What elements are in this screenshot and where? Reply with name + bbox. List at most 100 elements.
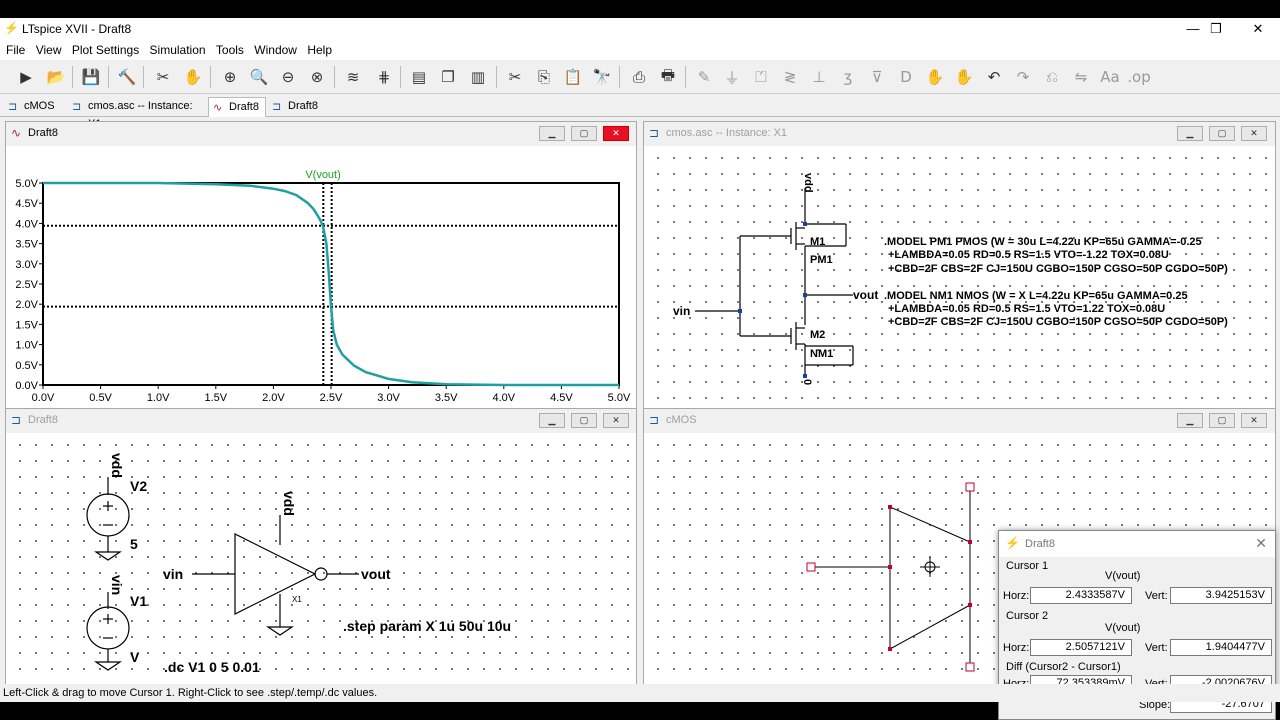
ltspice-app: ⚡ LTspice XVII - Draft8 — ❐ ✕ File View … (0, 18, 1280, 720)
zoom-out-icon[interactable]: ⊖ (277, 66, 299, 88)
wire-icon[interactable]: ✎ (693, 66, 715, 88)
restore-button[interactable]: ❐ (1196, 20, 1236, 38)
menu-help[interactable]: Help (307, 40, 332, 60)
ground-icon[interactable]: ⏚ (721, 66, 743, 88)
tile-vertical-icon[interactable]: ▥ (467, 66, 489, 88)
voltage-source-v1[interactable] (86, 592, 130, 671)
mirror-icon[interactable]: ⇋ (1070, 66, 1092, 88)
waveform-window-title: Draft8 (28, 127, 58, 139)
inv-vin-label: vin (163, 566, 183, 582)
close-icon[interactable]: ✕ (1255, 535, 1267, 552)
print-preview-icon[interactable]: 🖶 (657, 66, 679, 88)
schematic-icon: ⊐ (72, 101, 82, 113)
save-icon[interactable]: 💾 (80, 66, 102, 88)
model-nm1-directive[interactable]: .MODEL NM1 NMOS (W = X L=4.22u KP=65u GA… (884, 290, 1228, 328)
move-icon[interactable]: ✋ (924, 66, 946, 88)
copy-icon[interactable]: ⎘ (533, 66, 555, 88)
maximize-icon[interactable]: ▢ (1209, 413, 1235, 428)
maximize-icon[interactable]: ▢ (571, 413, 597, 428)
y-tick-label: 0.5V (15, 360, 38, 372)
pan-icon[interactable]: ✋ (182, 66, 204, 88)
tab-cmos-instance[interactable]: ⊐cmos.asc -- Instance: X1 (68, 97, 206, 130)
dc-directive[interactable]: .dc V1 0 5 0.01 (164, 659, 260, 675)
cascade-icon[interactable]: ❐ (437, 66, 459, 88)
drag-icon[interactable]: ✋ (953, 66, 975, 88)
menu-file[interactable]: File (6, 40, 25, 60)
voltage-source-v2[interactable] (86, 477, 130, 561)
y-tick-label: 3.5V (15, 239, 38, 251)
cursor2-horz-label: Horz: (1003, 642, 1030, 654)
inv-vdd-label: vdd (281, 491, 297, 516)
zoom-in-icon[interactable]: ⊕ (219, 66, 241, 88)
minimize-icon[interactable]: ▁ (539, 126, 565, 141)
status-bar: Left-Click & drag to move Cursor 1. Righ… (0, 684, 1280, 702)
x-tick-label: 2.5V (320, 392, 343, 404)
minimize-icon[interactable]: ▁ (1177, 126, 1203, 141)
maximize-icon[interactable]: ▢ (1209, 126, 1235, 141)
menu-tools[interactable]: Tools (216, 40, 244, 60)
y-tick-label: 4.5V (15, 198, 38, 210)
trace-label[interactable]: V(vout) (305, 169, 340, 181)
grid-icon[interactable]: ⋕ (373, 66, 395, 88)
schematic-icon: ⊐ (8, 101, 18, 113)
close-icon[interactable]: ✕ (1241, 126, 1267, 141)
tab-draft8-waveform[interactable]: ∿ Draft8 (208, 97, 266, 117)
spice-directive-icon[interactable]: .op (1127, 66, 1150, 88)
menu-plot-settings[interactable]: Plot Settings (72, 40, 139, 60)
cursor2-trace: V(vout) (1105, 622, 1141, 634)
draft-canvas[interactable]: vdd V2 5 vin V1 V vdd vin vout X1 .step … (12, 437, 632, 696)
label-net-icon[interactable]: ⏍ (750, 66, 772, 88)
text-icon[interactable]: Aa (1099, 66, 1121, 88)
print-icon[interactable]: ⎙ (628, 66, 650, 88)
undo-icon[interactable]: ↶ (983, 66, 1005, 88)
close-button[interactable]: ✕ (1238, 20, 1278, 38)
x-tick-label: 3.0V (377, 392, 400, 404)
redo-icon[interactable]: ↷ (1012, 66, 1034, 88)
instance-canvas[interactable]: vdd 0 vin vout M1 PM1 M2 NM1 .MODEL PM1 … (650, 150, 1270, 406)
v2-value: 5 (130, 536, 138, 552)
open-folder-icon[interactable]: 📂 (45, 66, 67, 88)
resistor-icon[interactable]: ≷ (779, 66, 801, 88)
waveform-plot[interactable]: 0.0V 0.5V 1.0V 1.5V 2.0V 2.5V 3.0V 3.5V 4.0V 4.5V… (6, 146, 636, 408)
component-icon[interactable]: D (895, 66, 917, 88)
x-tick-label: 1.0V (147, 392, 170, 404)
minimize-icon[interactable]: ▁ (539, 413, 565, 428)
cut-icon[interactable]: ✂ (504, 66, 526, 88)
capacitor-icon[interactable]: ⊥ (808, 66, 830, 88)
tile-horizontal-icon[interactable]: ▤ (408, 66, 430, 88)
minimize-icon[interactable]: ▁ (1177, 413, 1203, 428)
maximize-icon[interactable]: ▢ (571, 126, 597, 141)
menu-view[interactable]: View (36, 40, 62, 60)
cursor2-vert-label: Vert: (1145, 642, 1168, 654)
schematic-icon: ⊐ (11, 413, 22, 427)
cursor1-horz-value: 2.4333587V (1030, 587, 1132, 604)
step-directive[interactable]: .step param X 1u 50u 10u (343, 618, 511, 634)
find-icon[interactable]: 🔭 (591, 66, 613, 88)
inverter-symbol[interactable] (192, 515, 359, 636)
paste-icon[interactable]: 📋 (562, 66, 584, 88)
menu-window[interactable]: Window (254, 40, 297, 60)
pm1-label: PM1 (810, 254, 833, 266)
v2-net-label: vdd (109, 453, 125, 478)
autorange-icon[interactable]: ≋ (342, 66, 364, 88)
zoom-fit-icon[interactable]: ⊗ (306, 66, 328, 88)
zoom-area-icon[interactable]: 🔍 (248, 66, 270, 88)
diode-icon[interactable]: ⊽ (866, 66, 888, 88)
tab-draft8-schematic[interactable]: ⊐ Draft8 (268, 97, 326, 117)
nm1-label: NM1 (810, 348, 833, 360)
inductor-icon[interactable]: ʒ (837, 66, 859, 88)
cursor-dialog-title: Draft8 (1025, 538, 1055, 550)
close-icon[interactable]: ✕ (603, 126, 629, 141)
model-pm1-directive[interactable]: .MODEL PM1 PMOS (W = 30u L=4.22u KP=65u … (884, 236, 1228, 275)
rotate-icon[interactable]: ⎌ (1041, 66, 1063, 88)
run-icon[interactable]: ▶ (15, 66, 37, 88)
menu-simulation[interactable]: Simulation (150, 40, 206, 60)
halt-icon[interactable]: ✂ (152, 66, 174, 88)
y-tick-label: 5.0V (15, 178, 38, 190)
control-panel-icon[interactable]: 🔨 (116, 66, 138, 88)
tab-cmos[interactable]: ⊐ cMOS (4, 97, 62, 117)
close-icon[interactable]: ✕ (1241, 413, 1267, 428)
close-icon[interactable]: ✕ (603, 413, 629, 428)
m1-label: M1 (810, 236, 825, 248)
cmos-window-title: cMOS (666, 414, 697, 426)
